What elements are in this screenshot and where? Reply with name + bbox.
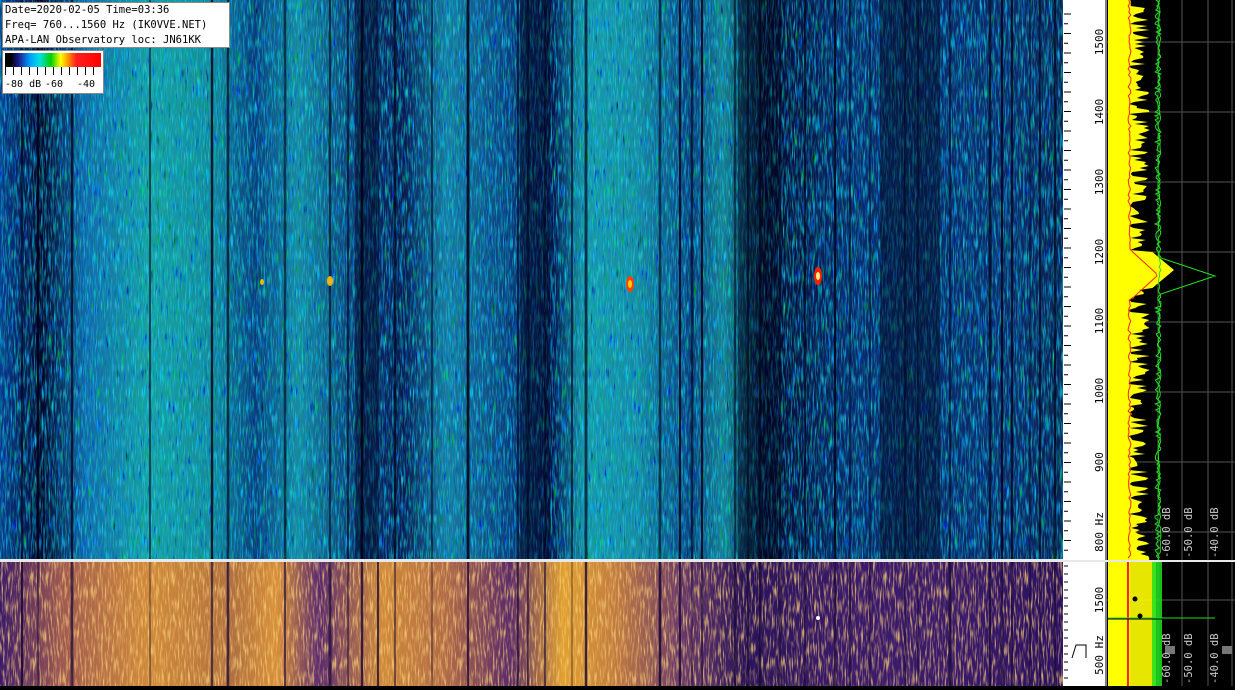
color-scale-legend: -80 dB -60 -40 [2,50,104,94]
lower-frequency-axis: 1500 500 Hz [1063,562,1107,686]
marker-dot [1132,596,1138,602]
color-scale-label: -60 [45,79,64,90]
signal-trace [260,279,264,285]
marker-dot [1137,613,1143,619]
signal-trace [816,616,820,620]
axis-tick-label: 1500 [1093,29,1106,56]
main-frequency-axis: 1500 1400 1300 1200 1100 1000 900 800 Hz [1063,0,1107,560]
axis-tick-label: 1000 [1093,378,1106,405]
color-scale-ticks [5,67,101,75]
frequency-line: Freq= 760...1560 Hz (IK0VVE.NET) [5,19,208,31]
lower-waterfall[interactable] [0,562,1063,686]
spectrum-db-label: -60.0 dB [1161,507,1173,558]
info-box: Date=2020-02-05 Time=03:36 Freq= 760...1… [2,2,230,48]
axis-tick-label: 900 [1093,452,1106,472]
spectrum-db-label: -50.0 dB [1183,633,1195,684]
axis-tick-label: 1200 [1093,239,1106,266]
color-scale-label: -40 [77,79,96,90]
date-time-line: Date=2020-02-05 Time=03:36 [5,4,170,16]
axis-tick-label: 1300 [1093,169,1106,196]
lower-spectrum-panel[interactable]: -60.0 dB -50.0 dB -40.0 dB [1107,562,1235,686]
spectrum-db-label: -40.0 dB [1209,507,1221,558]
signal-trace [816,272,820,280]
spectrogram-canvas: 1500 1400 1300 1200 1100 1000 900 800 Hz… [0,0,1235,686]
main-waterfall[interactable] [0,0,1063,560]
axis-tick-label: 1500 [1093,587,1106,614]
axis-tick-label: 500 Hz [1093,635,1106,675]
signal-trace [628,280,632,288]
spectrogram-viewer: 1500 1400 1300 1200 1100 1000 900 800 Hz… [0,0,1235,686]
spectrum-db-label: -50.0 dB [1183,507,1195,558]
color-scale-bar [5,53,101,67]
color-scale-label: -80 dB [5,79,42,90]
axis-tick-label: 800 Hz [1093,512,1106,552]
axis-tick-label: 1400 [1093,99,1106,126]
location-line: APA-LAN Observatory loc: JN61KK [5,34,201,46]
spectrum-average [1108,562,1130,686]
signal-trace [327,276,333,286]
spectrum-db-label: -60.0 dB [1161,633,1173,684]
spectrum-db-label: -40.0 dB [1209,633,1221,684]
panel-divider [0,559,1235,562]
axis-tick-label: 1100 [1093,308,1106,335]
main-spectrum-panel[interactable]: -60.0 dB -50.0 dB -40.0 dB [1107,0,1235,561]
